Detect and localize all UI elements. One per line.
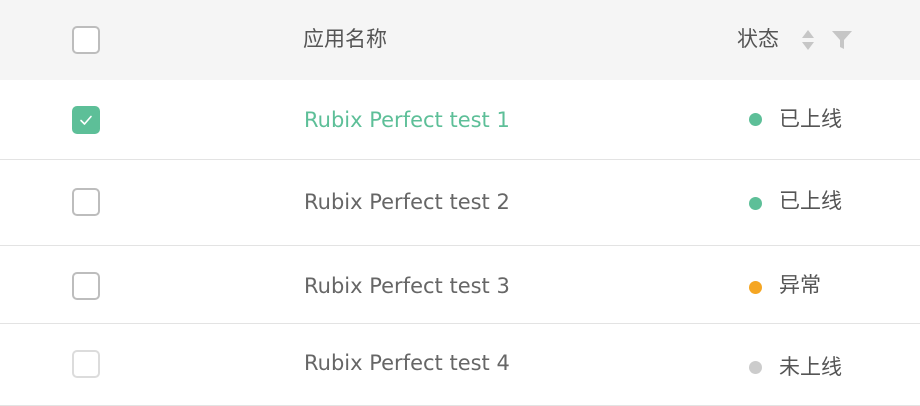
status-label: 已上线 <box>779 189 842 213</box>
status-dot <box>749 113 762 126</box>
sort-icon[interactable] <box>801 29 815 55</box>
status-label: 异常 <box>779 273 821 297</box>
row-checkbox[interactable] <box>72 350 100 378</box>
app-table: 应用名称 状态 Rubix Perfect test 1 已上线 Rubix P… <box>0 0 920 406</box>
check-icon <box>80 115 92 125</box>
table-row[interactable]: Rubix Perfect test 1 已上线 <box>0 80 920 160</box>
filter-icon[interactable] <box>831 29 853 55</box>
table-row[interactable]: Rubix Perfect test 4 未上线 <box>0 324 920 406</box>
app-name-link[interactable]: Rubix Perfect test 1 <box>304 110 510 131</box>
row-checkbox[interactable] <box>72 106 100 134</box>
status-label: 已上线 <box>779 107 842 131</box>
table-header: 应用名称 状态 <box>0 0 920 80</box>
app-name-link[interactable]: Rubix Perfect test 3 <box>304 276 510 297</box>
status-dot <box>749 281 762 294</box>
table-row[interactable]: Rubix Perfect test 3 异常 <box>0 246 920 324</box>
app-name-link[interactable]: Rubix Perfect test 4 <box>304 353 510 374</box>
status-label: 未上线 <box>779 355 842 379</box>
row-checkbox[interactable] <box>72 188 100 216</box>
select-all-checkbox[interactable] <box>72 26 100 54</box>
column-header-app-name: 应用名称 <box>303 27 387 51</box>
row-checkbox[interactable] <box>72 272 100 300</box>
app-name-link[interactable]: Rubix Perfect test 2 <box>304 192 510 213</box>
table-row[interactable]: Rubix Perfect test 2 已上线 <box>0 160 920 246</box>
column-header-status: 状态 <box>737 27 779 51</box>
status-dot <box>749 197 762 210</box>
status-dot <box>749 361 762 374</box>
